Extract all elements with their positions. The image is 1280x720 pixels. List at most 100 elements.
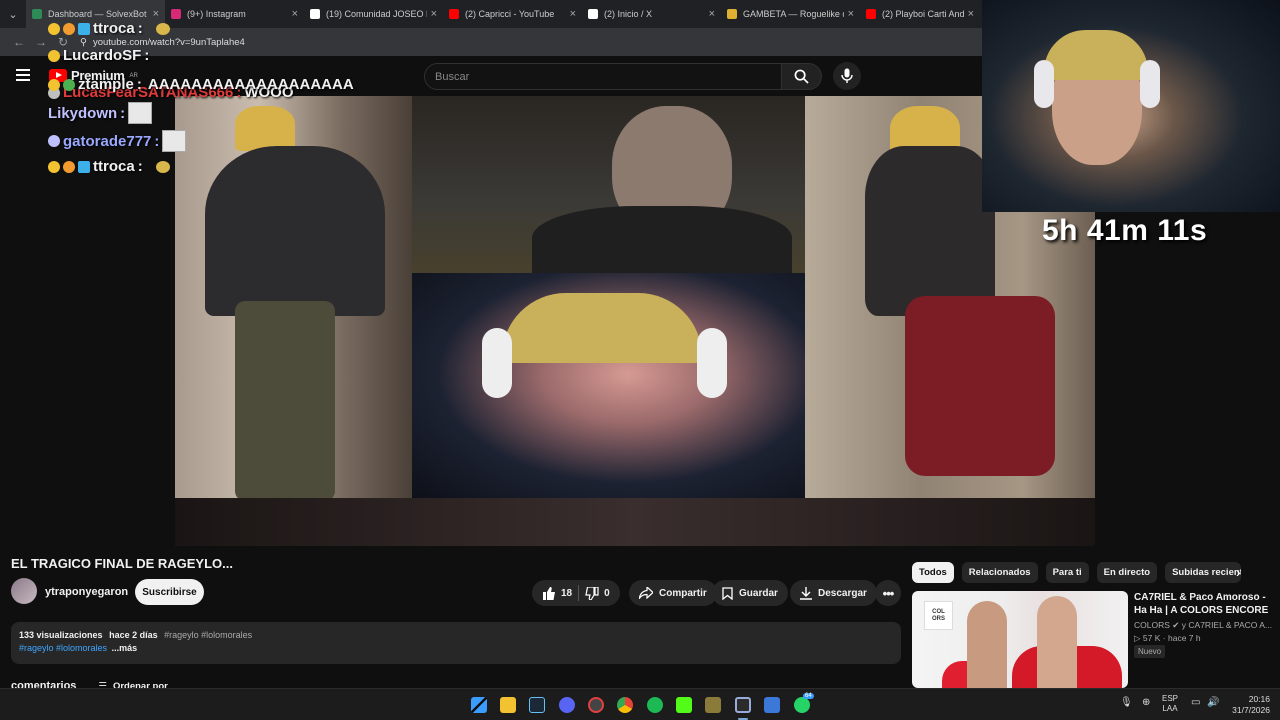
display-icon[interactable]: ▭ <box>1191 698 1200 708</box>
hashtags[interactable]: #rageylo #lolomorales <box>19 643 107 653</box>
close-tab-icon[interactable]: × <box>709 8 715 20</box>
filter-chips: Todos Relacionados Para ti En directo Su… <box>912 562 1242 583</box>
browser-tab[interactable]: (2) Inicio / X × <box>582 0 721 28</box>
chip-todos[interactable]: Todos <box>912 562 954 583</box>
close-tab-icon[interactable]: × <box>431 8 437 20</box>
steam-icon[interactable] <box>529 697 545 713</box>
chip-para-ti[interactable]: Para ti <box>1045 562 1089 583</box>
recommended-channel[interactable]: COLORS <box>1134 620 1170 630</box>
close-tab-icon[interactable]: × <box>292 8 298 20</box>
tab-title: (19) Comunidad JOSEO E <box>326 9 427 19</box>
tab-title: GAMBETA — Roguelike d <box>743 9 844 19</box>
chip-relacionados[interactable]: Relacionados <box>961 562 1038 583</box>
channel-name[interactable]: ytraponyegaron <box>45 586 128 598</box>
recommended-title[interactable]: CA7RIEL & Paco Amoroso - Ha Ha | A COLOR… <box>1134 591 1274 617</box>
tab-title: (2) Inicio / X <box>604 9 653 19</box>
share-icon <box>639 587 653 599</box>
upload-date: hace 2 días <box>109 630 158 640</box>
chat-username: gatorade777 <box>63 132 152 150</box>
chip-subidas-recientes[interactable]: Subidas recient <box>1165 562 1242 583</box>
hashtags-top[interactable]: #rageylo #lolomorales <box>164 630 252 640</box>
file-explorer-icon[interactable] <box>500 697 516 713</box>
language-indicator[interactable]: ESP LAA <box>1162 694 1178 714</box>
chat-emote-icon <box>128 102 153 124</box>
whatsapp-icon[interactable] <box>794 697 810 713</box>
video-title: EL TRAGICO FINAL DE RAGEYLO... <box>11 556 233 571</box>
chat-badge-icon <box>63 160 75 173</box>
recommended-age: hace 7 h <box>1167 633 1201 643</box>
chat-message: ztample: AAAAAAAAAAAAAAAAAAA <box>48 76 354 93</box>
streamlabs-icon[interactable] <box>735 697 751 713</box>
url-text: youtube.com/watch?v=9unTaplahe4 <box>92 36 245 48</box>
show-more-link[interactable]: ...más <box>112 643 138 653</box>
download-icon <box>800 586 812 600</box>
kick-icon[interactable] <box>676 697 692 713</box>
search-input[interactable]: Buscar <box>424 63 782 90</box>
live-icon: ▷ <box>1134 633 1141 643</box>
network-icon[interactable]: ⊕ <box>1142 698 1150 708</box>
hamburger-menu-icon[interactable] <box>16 69 30 81</box>
close-tab-icon[interactable]: × <box>153 8 159 20</box>
streamer-webcam <box>982 0 1280 212</box>
x-favicon-icon <box>588 9 598 19</box>
windows-start-icon[interactable] <box>471 697 487 713</box>
chat-username: ztample <box>78 76 134 93</box>
url-field[interactable]: ⚲ youtube.com/watch?v=9unTaplahe4 <box>80 37 245 48</box>
recommended-meta: COLORS ✔ y CA7RIEL & PACO A... ▷ 57 K · … <box>1134 620 1273 643</box>
site-info-icon[interactable]: ⚲ <box>80 37 87 48</box>
gambeta-favicon-icon <box>727 9 737 19</box>
tab-search-chevron-icon[interactable]: ⌄ <box>0 0 26 28</box>
colors-logo: COL ORS <box>924 601 953 630</box>
microphone-icon <box>841 68 853 83</box>
video-bottom-strip <box>175 498 1095 546</box>
dislike-button[interactable]: 0 <box>585 586 610 600</box>
spotify-icon[interactable] <box>647 697 663 713</box>
youtube-favicon-icon <box>866 9 876 19</box>
volume-icon[interactable]: 🔊 <box>1207 698 1219 708</box>
chat-emote-icon <box>155 22 170 35</box>
more-actions-button[interactable]: ••• <box>875 580 901 606</box>
download-label: Descargar <box>818 587 867 599</box>
browser-tab[interactable]: (2) Capricci - YouTube × <box>443 0 582 28</box>
discord-icon[interactable] <box>559 697 575 713</box>
save-button[interactable]: Guardar <box>712 580 788 606</box>
search-button[interactable] <box>782 63 822 90</box>
browser-tab[interactable]: (9+) Instagram × <box>165 0 304 28</box>
browser-tab[interactable]: (2) Playboi Carti And Gio × <box>860 0 980 28</box>
download-button[interactable]: Descargar <box>790 580 877 606</box>
back-arrow-icon[interactable]: ← <box>8 35 30 49</box>
game-launcher-icon[interactable] <box>705 697 721 713</box>
chat-message: Likydown: <box>48 102 153 124</box>
chat-text: AAAAAAAAAAAAAAAAAAA <box>147 76 354 93</box>
tab-title: Dashboard — SolvexBot <box>48 9 147 19</box>
keyboard-layout: LAA <box>1162 704 1178 713</box>
chips-next-icon[interactable]: › <box>1236 564 1241 580</box>
share-button[interactable]: Compartir <box>629 580 717 606</box>
close-tab-icon[interactable]: × <box>848 8 854 20</box>
dislike-count: 0 <box>604 587 610 599</box>
like-button[interactable]: 18 <box>542 586 572 600</box>
chip-en-directo[interactable]: En directo <box>1096 562 1158 583</box>
verified-icon: ✔ <box>1172 620 1180 630</box>
save-label: Guardar <box>739 587 778 599</box>
subscribe-button[interactable]: Suscribirse <box>135 579 204 605</box>
obs-icon[interactable] <box>588 697 604 713</box>
chat-badge-icon <box>48 160 60 173</box>
microphone-tray-icon[interactable]: 🎙 <box>1120 698 1133 708</box>
description-box[interactable]: 133 visualizaciones hace 2 días #rageylo… <box>11 622 901 664</box>
recommended-thumbnail[interactable]: COL ORS <box>912 591 1128 688</box>
search-icon <box>794 69 809 84</box>
browser-tab[interactable]: (19) Comunidad JOSEO E × <box>304 0 443 28</box>
bookmark-icon <box>722 586 733 600</box>
solvexbot-favicon-icon <box>32 9 42 19</box>
voice-search-button[interactable] <box>833 62 861 90</box>
close-tab-icon[interactable]: × <box>968 8 974 20</box>
notepad-icon[interactable] <box>764 697 780 713</box>
system-clock[interactable]: 20:16 31/7/2026 <box>1226 694 1270 716</box>
channel-avatar[interactable] <box>11 578 37 604</box>
close-tab-icon[interactable]: × <box>570 8 576 20</box>
chat-username: ttroca <box>93 20 135 37</box>
chrome-icon[interactable] <box>617 697 633 713</box>
chat-badge-icon <box>48 78 60 91</box>
browser-tab[interactable]: GAMBETA — Roguelike d × <box>721 0 860 28</box>
